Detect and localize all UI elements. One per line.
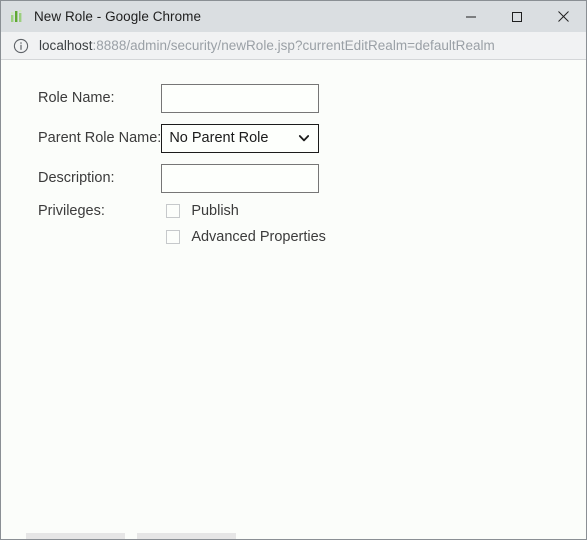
role-name-input[interactable] bbox=[161, 83, 320, 113]
publish-checkbox[interactable] bbox=[166, 204, 181, 218]
privilege-item-publish[interactable]: Publish bbox=[161, 198, 326, 224]
form-row-parent-role-name: Parent Role Name: No Parent Role bbox=[38, 118, 326, 158]
minimize-icon bbox=[466, 16, 476, 17]
close-button[interactable] bbox=[540, 1, 586, 32]
new-role-form: Role Name: Parent Role Name: No Parent R… bbox=[38, 78, 326, 250]
form-table: Role Name: Parent Role Name: No Parent R… bbox=[38, 78, 326, 250]
parent-role-name-label: Parent Role Name: bbox=[38, 130, 162, 146]
description-input[interactable] bbox=[161, 163, 320, 193]
green-bars-favicon bbox=[11, 9, 22, 22]
advanced-properties-label: Advanced Properties bbox=[191, 229, 326, 245]
role-name-label: Role Name: bbox=[38, 90, 115, 106]
form-row-privileges: Privileges: Publish bbox=[38, 198, 326, 224]
url-text: localhost:8888/admin/security/newRole.js… bbox=[39, 38, 495, 53]
form-row-privileges-2: Advanced Properties bbox=[38, 224, 326, 250]
title-bar: New Role - Google Chrome bbox=[1, 1, 586, 32]
address-bar[interactable]: localhost:8888/admin/security/newRole.js… bbox=[1, 32, 586, 60]
publish-label: Publish bbox=[191, 203, 239, 219]
advanced-properties-checkbox[interactable] bbox=[166, 230, 181, 244]
close-icon bbox=[557, 11, 569, 22]
chevron-down-icon bbox=[299, 135, 310, 142]
page-content: Role Name: Parent Role Name: No Parent R… bbox=[1, 60, 586, 539]
form-row-role-name: Role Name: bbox=[38, 78, 326, 118]
ok-button[interactable]: OK bbox=[26, 533, 125, 539]
privilege-item-advanced-properties[interactable]: Advanced Properties bbox=[161, 224, 326, 250]
form-actions: OK Cancel bbox=[26, 533, 236, 539]
url-host: localhost bbox=[39, 38, 93, 53]
description-label: Description: bbox=[38, 170, 115, 186]
url-path: :8888/admin/security/newRole.jsp?current… bbox=[92, 38, 495, 53]
parent-role-name-selected-value: No Parent Role bbox=[169, 130, 269, 146]
maximize-icon bbox=[512, 11, 522, 22]
window-title: New Role - Google Chrome bbox=[34, 9, 202, 24]
minimize-button[interactable] bbox=[448, 1, 494, 32]
info-circle-icon[interactable] bbox=[13, 38, 29, 54]
cancel-button[interactable]: Cancel bbox=[137, 533, 236, 539]
parent-role-name-select[interactable]: No Parent Role bbox=[161, 123, 320, 153]
browser-window: New Role - Google Chrome localhost:8888/… bbox=[0, 0, 587, 540]
privileges-label: Privileges: bbox=[38, 203, 105, 219]
form-row-description: Description: bbox=[38, 158, 326, 198]
maximize-button[interactable] bbox=[494, 1, 540, 32]
